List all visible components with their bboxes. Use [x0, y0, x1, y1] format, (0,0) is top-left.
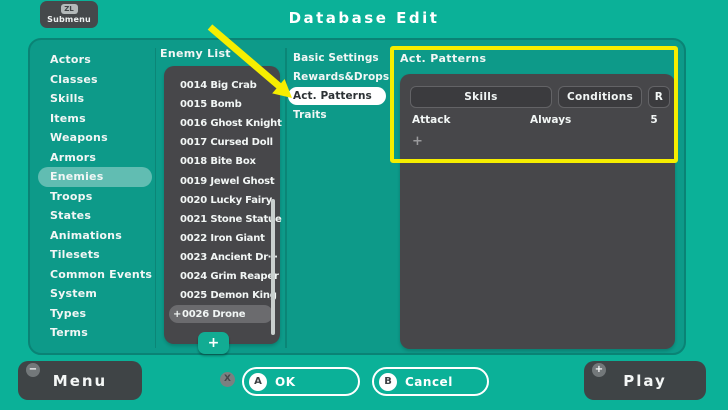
enemy-list-item[interactable]: 0015 Bomb	[164, 95, 280, 114]
b-button-icon: B	[379, 372, 397, 391]
section-item-traits[interactable]: Traits	[288, 105, 392, 124]
play-button[interactable]: + Play	[584, 361, 706, 400]
enemy-list-item[interactable]: 0024 Grim Reaper	[164, 267, 280, 286]
enemy-list-title: Enemy List	[160, 47, 231, 60]
ok-button[interactable]: A OK	[242, 367, 360, 396]
sidebar-item-enemies[interactable]: Enemies	[38, 167, 152, 187]
enemy-list-panel: 0014 Big Crab 0015 Bomb 0016 Ghost Knigh…	[164, 66, 282, 344]
enemy-list-item[interactable]: 0019 Jewel Ghost	[164, 171, 280, 190]
pattern-skill: Attack	[412, 114, 451, 126]
pattern-rating: 5	[650, 114, 658, 126]
ok-button-label: OK	[275, 374, 296, 389]
section-item-rewards-drops[interactable]: Rewards&Drops	[288, 67, 392, 86]
add-enemy-button[interactable]: +	[198, 332, 229, 354]
rating-column-button[interactable]: R	[648, 86, 670, 108]
sidebar-item-troops[interactable]: Troops	[38, 187, 152, 207]
sidebar-item-armors[interactable]: Armors	[38, 148, 152, 168]
page-title: Database Edit	[288, 9, 440, 27]
enemy-list-scrollbar[interactable]	[271, 199, 275, 335]
sidebar-item-terms[interactable]: Terms	[38, 323, 152, 343]
enemy-list-item[interactable]: 0025 Demon King	[164, 286, 280, 305]
enemy-list-item[interactable]: 0021 Stone Statue	[164, 210, 282, 229]
section-menu: Basic Settings Rewards&Drops Act. Patter…	[288, 48, 392, 124]
plus-icon: +	[207, 335, 220, 351]
column-divider	[154, 48, 156, 348]
enemy-list-item[interactable]: 0016 Ghost Knight	[164, 114, 282, 133]
category-sidebar: Actors Classes Skills Items Weapons Armo…	[38, 50, 152, 343]
add-pattern-button[interactable]: +	[412, 134, 423, 149]
sidebar-item-animations[interactable]: Animations	[38, 226, 152, 246]
play-button-label: Play	[623, 371, 667, 390]
action-pattern-row[interactable]: Attack Always 5	[400, 114, 675, 133]
sidebar-item-system[interactable]: System	[38, 284, 152, 304]
menu-button-label: Menu	[52, 371, 108, 390]
sidebar-item-types[interactable]: Types	[38, 304, 152, 324]
section-item-basic-settings[interactable]: Basic Settings	[288, 48, 392, 67]
enemy-list-item[interactable]: 0023 Ancient Dr⋯	[164, 248, 280, 267]
database-window: Actors Classes Skills Items Weapons Armo…	[28, 38, 686, 355]
sidebar-item-items[interactable]: Items	[38, 109, 152, 129]
pattern-condition: Always	[530, 114, 572, 126]
section-item-act-patterns[interactable]: Act. Patterns	[288, 86, 386, 105]
sidebar-item-tilesets[interactable]: Tilesets	[38, 245, 152, 265]
selected-marker-icon: +	[173, 308, 182, 320]
x-button-icon[interactable]: X	[220, 372, 235, 387]
sidebar-item-common-events[interactable]: Common Events	[38, 265, 152, 285]
detail-panel-title: Act. Patterns	[400, 52, 487, 65]
sidebar-item-states[interactable]: States	[38, 206, 152, 226]
enemy-list-item-selected[interactable]: + 0026 Drone	[169, 305, 273, 324]
enemy-list-item[interactable]: 0022 Iron Giant	[164, 229, 280, 248]
cancel-button[interactable]: B Cancel	[372, 367, 489, 396]
sidebar-item-weapons[interactable]: Weapons	[38, 128, 152, 148]
enemy-list-item[interactable]: 0017 Cursed Doll	[164, 133, 280, 152]
skills-column-button[interactable]: Skills	[410, 86, 552, 108]
menu-button[interactable]: − Menu	[18, 361, 142, 400]
sidebar-item-actors[interactable]: Actors	[38, 50, 152, 70]
conditions-column-button[interactable]: Conditions	[558, 86, 642, 108]
enemy-list-item[interactable]: 0018 Bite Box	[164, 152, 280, 171]
plus-button-icon: +	[592, 363, 606, 377]
sidebar-item-skills[interactable]: Skills	[38, 89, 152, 109]
enemy-list-item[interactable]: 0020 Lucky Fairy	[164, 191, 280, 210]
enemy-list-item-label: 0026 Drone	[182, 308, 246, 320]
column-divider	[285, 48, 287, 348]
plus-icon: +	[412, 134, 423, 149]
act-patterns-panel: Skills Conditions R Attack Always 5 +	[400, 74, 675, 349]
a-button-icon: A	[249, 372, 267, 391]
database-edit-screen: ZL Submenu Database Edit Actors Classes …	[0, 0, 728, 410]
minus-button-icon: −	[26, 363, 40, 377]
sidebar-item-classes[interactable]: Classes	[38, 70, 152, 90]
enemy-list-item[interactable]: 0014 Big Crab	[164, 76, 280, 95]
cancel-button-label: Cancel	[405, 374, 453, 389]
